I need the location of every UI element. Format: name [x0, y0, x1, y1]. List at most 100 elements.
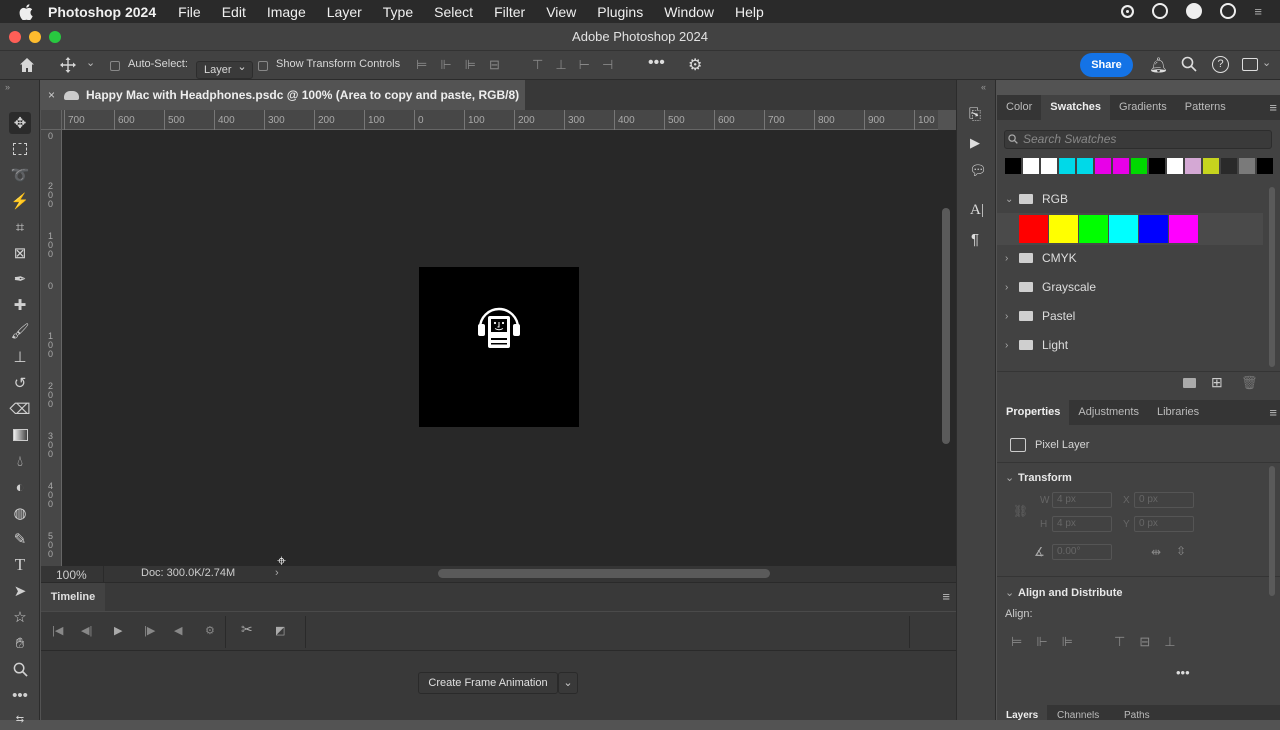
height-field[interactable]: 4 px	[1052, 516, 1112, 532]
width-field[interactable]: 4 px	[1052, 492, 1112, 508]
focus-icon[interactable]	[1152, 3, 1169, 19]
frame-tool-icon[interactable]: ⊠	[9, 242, 31, 264]
home-icon[interactable]	[19, 57, 35, 73]
x-field[interactable]: 0 px	[1134, 492, 1194, 508]
create-frame-animation-button[interactable]: Create Frame Animation	[418, 672, 558, 694]
swatch-group-rgb[interactable]: ⌄ RGB	[1005, 187, 1263, 211]
hand-tool-icon[interactable]: ✋︎	[9, 632, 31, 654]
transform-chevron-icon[interactable]: ⌄	[1005, 471, 1014, 484]
recent-swatch[interactable]	[1023, 158, 1039, 174]
chevron-down-icon[interactable]: ⌄	[1005, 194, 1019, 205]
magic-wand-tool-icon[interactable]: ⚡	[9, 190, 31, 212]
menu-image[interactable]: Image	[267, 4, 306, 20]
marquee-tool-icon[interactable]	[9, 138, 31, 160]
recent-swatch[interactable]	[1041, 158, 1057, 174]
distribute-icons[interactable]: ⊤⊥⊢⊣	[532, 57, 625, 73]
document-tab[interactable]: × Happy Mac with Headphones.psdc @ 100% …	[41, 80, 525, 110]
menu-edit[interactable]: Edit	[222, 4, 246, 20]
path-selection-tool-icon[interactable]: ➤	[9, 580, 31, 602]
document-canvas[interactable]	[419, 267, 579, 427]
swatch-group-pastel[interactable]: › Pastel	[1005, 304, 1263, 328]
properties-menu-icon[interactable]: ≡	[1269, 405, 1277, 420]
actions-play-icon[interactable]: ▶	[970, 135, 980, 151]
link-icon[interactable]: ⛓	[1013, 504, 1028, 518]
first-frame-icon[interactable]: |◀	[52, 624, 63, 637]
cc-sync-icon[interactable]	[1220, 3, 1237, 19]
recent-swatch[interactable]	[1221, 158, 1237, 174]
apple-icon[interactable]	[18, 3, 34, 20]
vertical-scrollbar[interactable]	[938, 130, 956, 566]
next-frame-icon[interactable]: |▶	[144, 624, 155, 637]
recent-swatch[interactable]	[1059, 158, 1075, 174]
menu-type[interactable]: Type	[383, 4, 413, 20]
creative-cloud-icon[interactable]	[1186, 3, 1203, 19]
move-tool-preset-icon[interactable]	[60, 57, 76, 73]
menu-filter[interactable]: Filter	[494, 4, 525, 20]
recent-swatch[interactable]	[1167, 158, 1183, 174]
search-icon[interactable]	[1181, 56, 1197, 75]
menu-select[interactable]: Select	[434, 4, 473, 20]
tab-paths[interactable]: Paths	[1124, 711, 1150, 720]
maximize-window-button[interactable]	[49, 31, 61, 43]
minimize-window-button[interactable]	[29, 31, 41, 43]
tab-gradients[interactable]: Gradients	[1110, 95, 1176, 120]
rgb-swatch[interactable]	[1049, 215, 1078, 243]
document-info[interactable]: Doc: 300.0K/2.74M	[141, 567, 235, 579]
collapse-toolbar-icon[interactable]: »	[5, 82, 10, 92]
recent-swatch[interactable]	[1239, 158, 1255, 174]
properties-scrollbar[interactable]	[1269, 466, 1275, 596]
trash-icon[interactable]: 🗑︎	[1241, 375, 1258, 391]
workspace-icon[interactable]	[1242, 58, 1258, 71]
swatches-scrollbar[interactable]	[1269, 187, 1275, 367]
flip-vertical-icon[interactable]: ⇳	[1176, 544, 1186, 558]
help-icon[interactable]: ?	[1212, 56, 1229, 73]
show-transform-checkbox[interactable]	[258, 61, 268, 71]
more-options-icon[interactable]: •••	[648, 54, 665, 72]
swatches-menu-icon[interactable]: ≡	[1269, 100, 1277, 115]
app-menu[interactable]: Photoshop 2024	[48, 4, 156, 20]
align-horizontal-icons[interactable]: ⊨⊩⊫	[1011, 634, 1087, 650]
animation-type-dropdown[interactable]: ⌄	[558, 672, 578, 694]
menu-window[interactable]: Window	[664, 4, 714, 20]
edit-toolbar-icon[interactable]: •••	[9, 684, 31, 706]
swatch-group-grayscale[interactable]: › Grayscale	[1005, 275, 1263, 299]
align-vertical-icons[interactable]: ⊤⊟⊥	[1114, 634, 1190, 650]
vertical-ruler[interactable]: 0 2 0 0 1 0 0 0 1 0 0 2 0 0 3 0 0 4 0 0 5 0 0	[41, 110, 62, 566]
timeline-menu-icon[interactable]: ≡	[942, 589, 950, 604]
dodge-tool-icon[interactable]: ◐	[9, 476, 31, 498]
close-window-button[interactable]	[9, 31, 21, 43]
move-tool-icon[interactable]: ✥	[9, 112, 31, 134]
gradient-tool-icon[interactable]	[9, 424, 31, 446]
menu-help[interactable]: Help	[735, 4, 764, 20]
rgb-swatch[interactable]	[1109, 215, 1138, 243]
shape-tool-icon[interactable]: ☆	[9, 606, 31, 628]
extension-icon[interactable]: ≡	[1254, 4, 1262, 19]
rgb-swatch[interactable]	[1139, 215, 1168, 243]
zoom-tool-icon[interactable]	[9, 658, 31, 680]
recent-swatch[interactable]	[1185, 158, 1201, 174]
color-swap-icon[interactable]: ⇆	[9, 708, 31, 730]
swatch-group-light[interactable]: › Light	[1005, 333, 1263, 357]
menu-view[interactable]: View	[546, 4, 576, 20]
tab-libraries[interactable]: Libraries	[1148, 400, 1208, 425]
auto-select-checkbox[interactable]	[110, 61, 120, 71]
angle-field[interactable]: 0.00°	[1052, 544, 1112, 560]
new-swatch-icon[interactable]: ⊞	[1211, 374, 1223, 391]
sponge-tool-icon[interactable]: ◍	[9, 502, 31, 524]
tab-layers[interactable]: Layers	[997, 705, 1048, 720]
chevron-right-icon[interactable]: ›	[1005, 282, 1019, 293]
zoom-level[interactable]: 100%	[56, 568, 87, 582]
recent-swatch[interactable]	[1095, 158, 1111, 174]
transition-icon[interactable]: ◩	[275, 624, 285, 637]
chevron-right-icon[interactable]: ›	[1005, 311, 1019, 322]
share-button[interactable]: Share	[1080, 53, 1133, 77]
gear-icon[interactable]: ⚙	[688, 55, 702, 75]
tab-channels[interactable]: Channels	[1057, 711, 1099, 720]
type-tool-icon[interactable]: T	[9, 554, 31, 576]
transform-section-title[interactable]: Transform	[1018, 472, 1072, 484]
record-icon[interactable]	[1121, 4, 1135, 18]
tab-swatches[interactable]: Swatches	[1041, 95, 1111, 120]
menu-plugins[interactable]: Plugins	[597, 4, 643, 20]
recent-swatch[interactable]	[1149, 158, 1165, 174]
healing-brush-tool-icon[interactable]: ✚	[9, 294, 31, 316]
